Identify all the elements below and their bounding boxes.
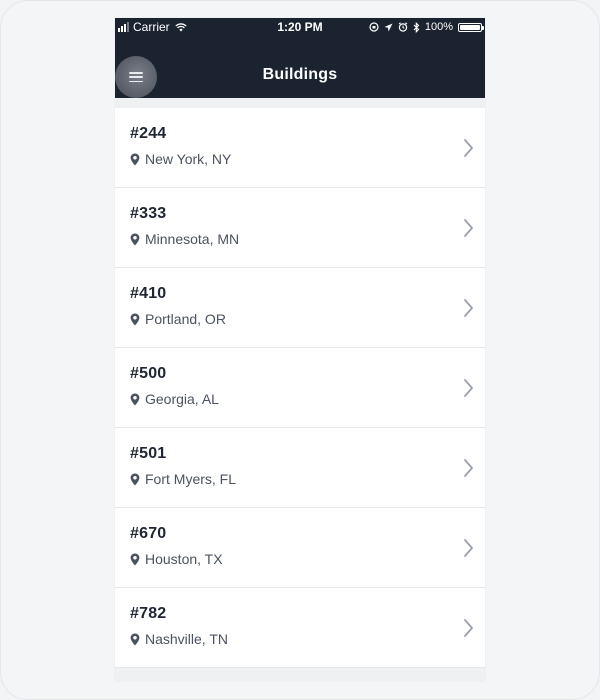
battery-percent: 100%: [424, 21, 453, 33]
chevron-right-icon: [464, 379, 473, 397]
building-list-item[interactable]: #501 Fort Myers, FL: [115, 428, 485, 508]
building-location: Portland, OR: [130, 311, 226, 327]
building-location-label: Nashville, TN: [145, 631, 228, 647]
phone-screen: Carrier 1:20 PM 100% Buildings #244 New …: [115, 18, 485, 681]
chevron-right-icon: [464, 539, 473, 557]
building-list-item[interactable]: #500 Georgia, AL: [115, 348, 485, 428]
status-bar: Carrier 1:20 PM 100%: [115, 18, 485, 36]
location-arrow-icon: [384, 23, 393, 31]
building-location: Minnesota, MN: [130, 231, 239, 247]
chevron-right-icon: [464, 459, 473, 477]
building-location-label: Houston, TX: [145, 551, 223, 567]
map-pin-icon: [130, 633, 140, 645]
building-id: #782: [130, 605, 167, 622]
status-right: 100%: [369, 18, 484, 36]
navigation-bar: Buildings: [115, 36, 485, 98]
building-list-item[interactable]: #244 New York, NY: [115, 108, 485, 188]
map-pin-icon: [130, 233, 140, 245]
alarm-icon: [398, 22, 408, 32]
chevron-right-icon: [464, 219, 473, 237]
map-pin-icon: [130, 313, 140, 325]
building-list-item[interactable]: #333 Minnesota, MN: [115, 188, 485, 268]
page-title: Buildings: [262, 66, 338, 83]
building-id: #500: [130, 365, 167, 382]
building-id: #410: [130, 285, 167, 302]
building-location: Houston, TX: [130, 551, 223, 567]
chevron-right-icon: [464, 139, 473, 157]
map-pin-icon: [130, 473, 140, 485]
building-location-label: Portland, OR: [145, 311, 226, 327]
building-id: #670: [130, 525, 167, 542]
map-pin-icon: [130, 393, 140, 405]
building-list: #244 New York, NY #333 Minnesota, MN #410 Por…: [115, 108, 485, 668]
building-location-label: Minnesota, MN: [145, 231, 240, 247]
orientation-lock-icon: [369, 22, 379, 32]
building-id: #333: [130, 205, 167, 222]
bluetooth-icon: [413, 21, 420, 33]
battery-icon: [458, 22, 484, 32]
building-location-label: Georgia, AL: [145, 391, 219, 407]
building-location: Fort Myers, FL: [130, 471, 236, 487]
building-location: Nashville, TN: [130, 631, 228, 647]
map-pin-icon: [130, 553, 140, 565]
battery-level: [460, 24, 480, 30]
building-location-label: New York, NY: [145, 151, 232, 167]
building-id: #501: [130, 445, 167, 462]
chevron-right-icon: [464, 299, 473, 317]
building-location-label: Fort Myers, FL: [145, 471, 237, 487]
building-location: New York, NY: [130, 151, 231, 167]
building-location: Georgia, AL: [130, 391, 219, 407]
building-list-item[interactable]: #670 Houston, TX: [115, 508, 485, 588]
building-list-item[interactable]: #410 Portland, OR: [115, 268, 485, 348]
map-pin-icon: [130, 153, 140, 165]
building-list-item[interactable]: #782 Nashville, TN: [115, 588, 485, 668]
chevron-right-icon: [464, 619, 473, 637]
building-id: #244: [130, 125, 167, 142]
